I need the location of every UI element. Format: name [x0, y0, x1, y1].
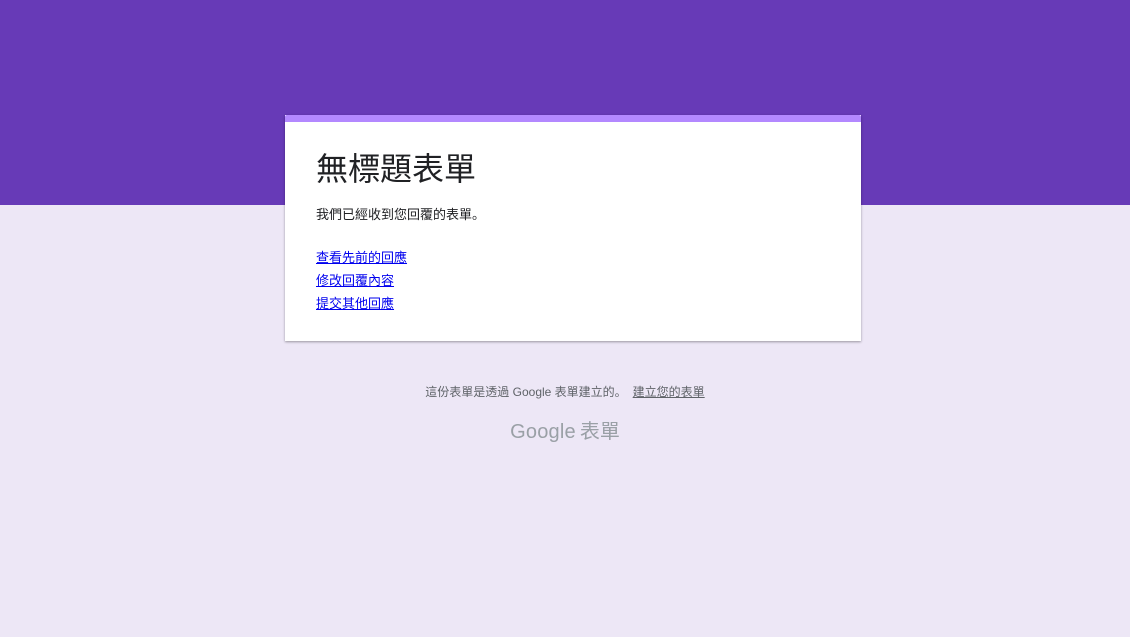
google-wordmark: Google [510, 421, 576, 443]
view-previous-response-link[interactable]: 查看先前的回應 [316, 246, 407, 269]
forms-product-name: 表單 [579, 421, 620, 443]
footer-created-with-text: 這份表單是透過 Google 表單建立的。 [425, 385, 627, 399]
create-form-link[interactable]: 建立您的表單 [633, 385, 705, 399]
google-forms-logo[interactable]: Google 表單 [0, 418, 1130, 446]
confirmation-message: 我們已經收到您回覆的表單。 [316, 207, 486, 222]
confirmation-card: 無標題表單 我們已經收到您回覆的表單。 查看先前的回應 修改回覆內容 提交其他回… [285, 115, 861, 341]
edit-response-link[interactable]: 修改回覆內容 [316, 269, 407, 292]
card-accent-bar [285, 115, 861, 122]
response-links: 查看先前的回應 修改回覆內容 提交其他回應 [316, 246, 407, 315]
submit-another-response-link[interactable]: 提交其他回應 [316, 292, 407, 315]
footer: 這份表單是透過 Google 表單建立的。 建立您的表單 [0, 384, 1130, 400]
form-title: 無標題表單 [316, 151, 477, 187]
